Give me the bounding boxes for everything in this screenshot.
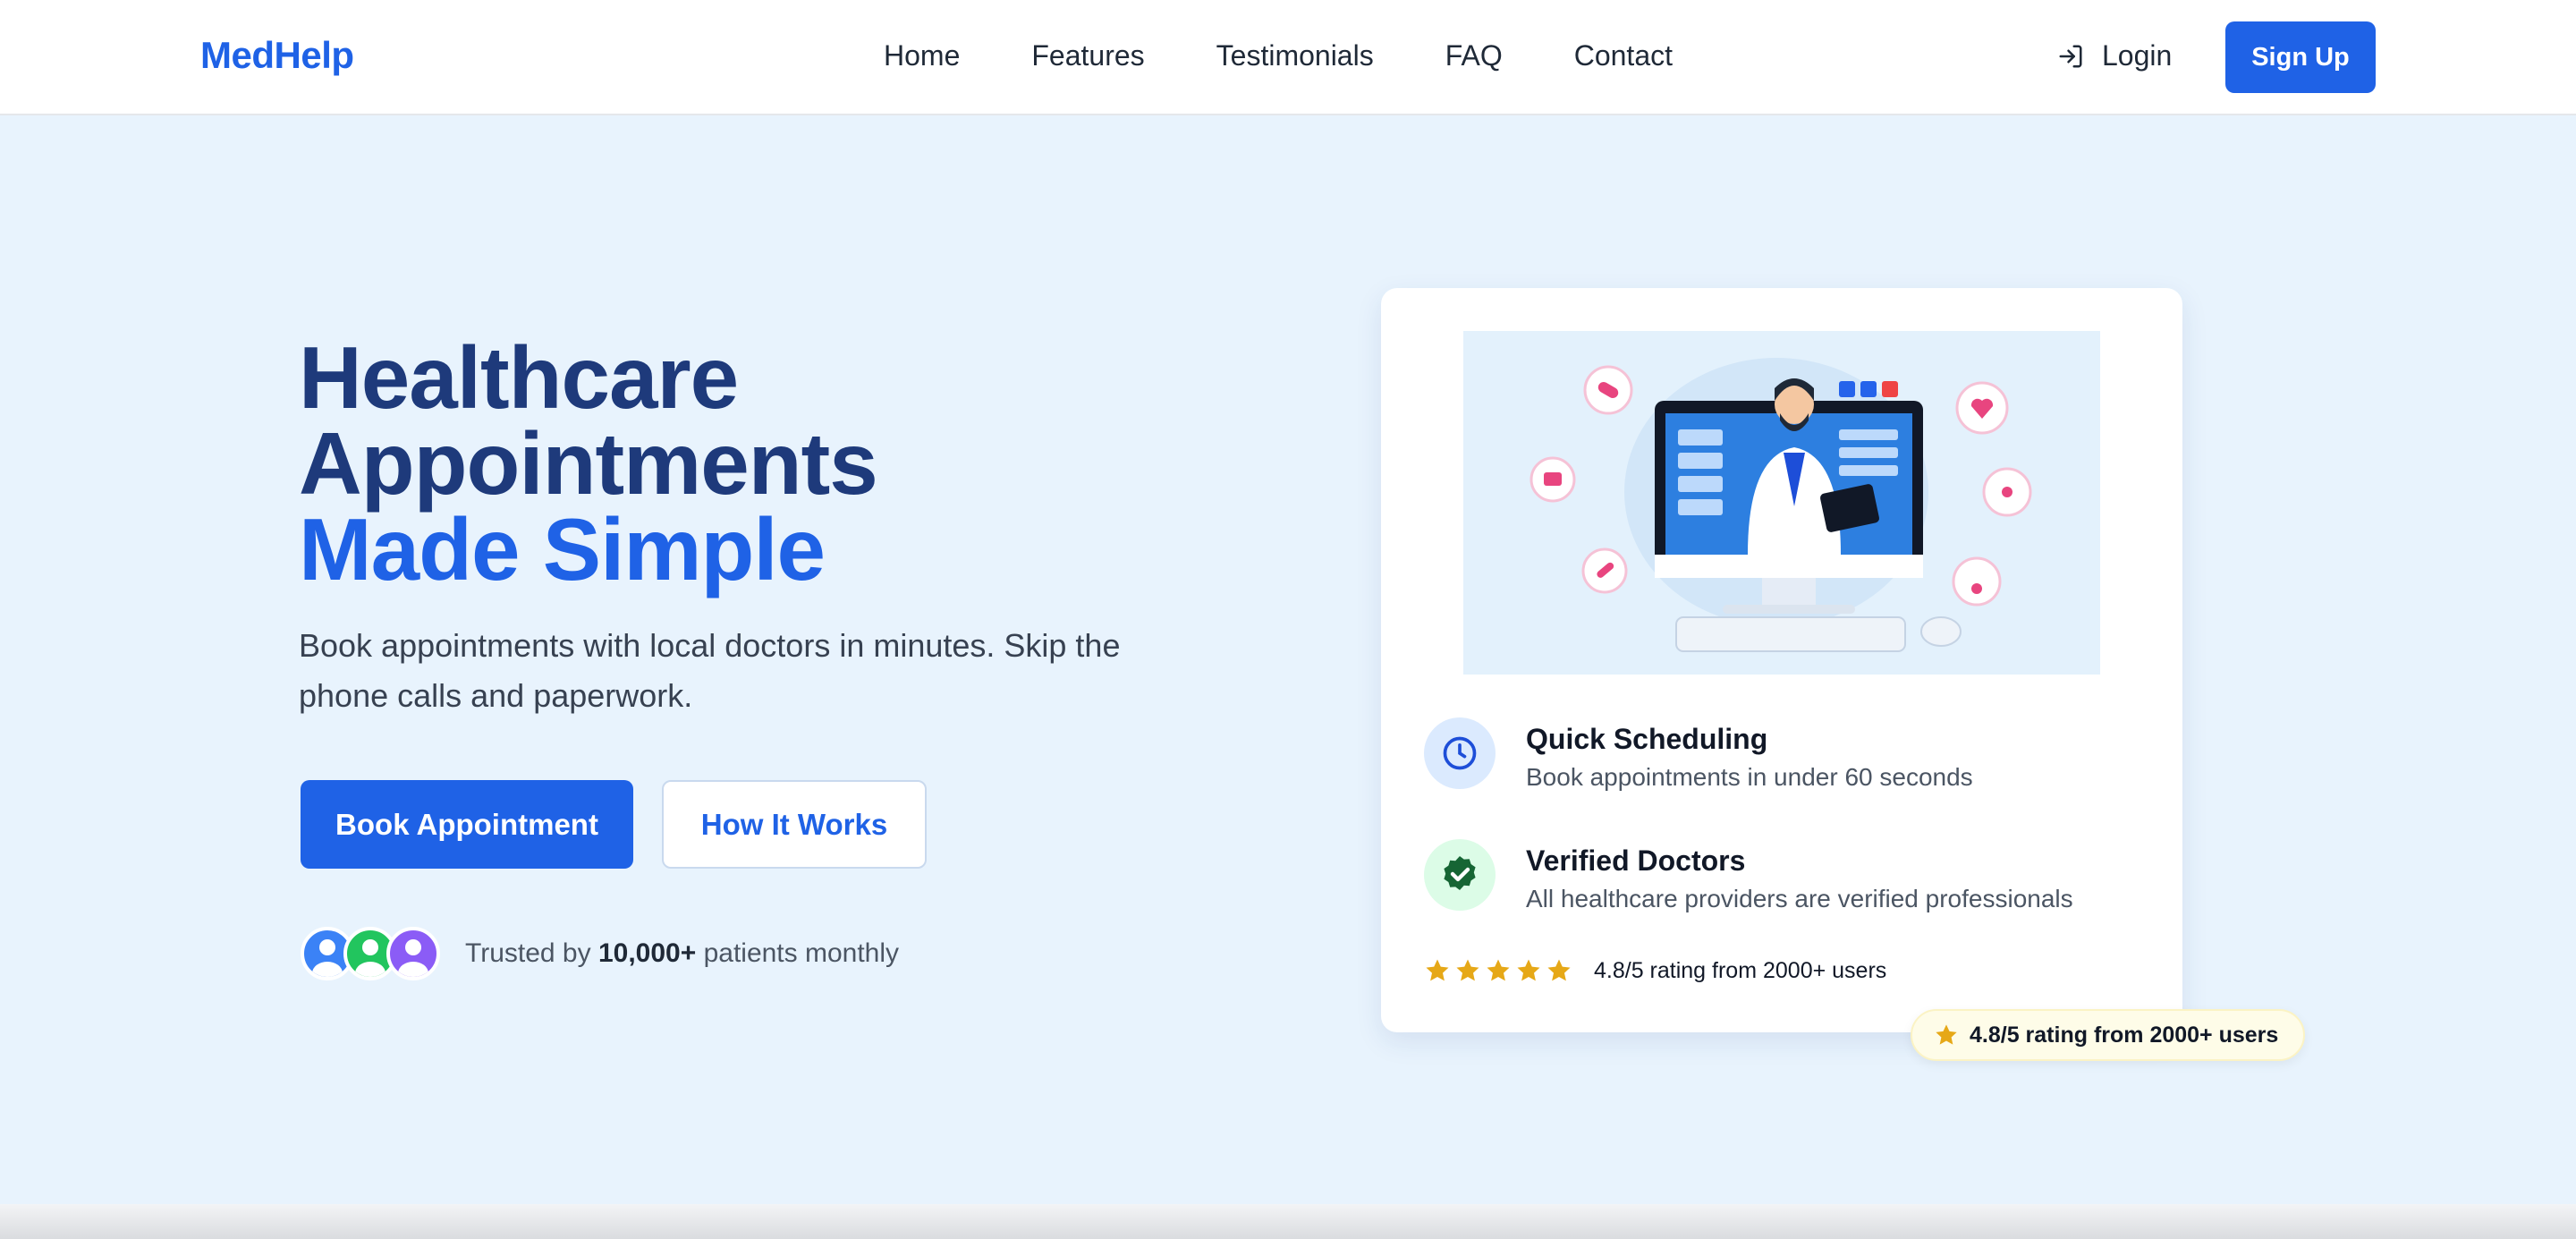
feature-quick-scheduling: Quick Scheduling Book appointments in un… — [1424, 717, 1973, 792]
avatar — [386, 927, 440, 980]
star-icon — [1936, 1024, 1957, 1045]
star-icon — [1517, 959, 1540, 981]
avatar-group — [301, 927, 440, 980]
star-icon — [1487, 959, 1510, 981]
rating-text: 4.8/5 rating from 2000+ users — [1594, 957, 1887, 983]
doctor-illustration — [1463, 331, 2100, 675]
login-label: Login — [2102, 39, 2173, 72]
hero-subtitle: Book appointments with local doctors in … — [299, 627, 1121, 714]
verified-badge-icon — [1424, 839, 1496, 911]
login-icon — [2059, 45, 2082, 67]
hero-title-line1: Healthcare — [299, 328, 739, 427]
trust-row: Trusted by 10,000+ patients monthly — [301, 927, 899, 980]
feature-verified-doctors: Verified Doctors All healthcare provider… — [1424, 839, 2073, 913]
how-it-works-button[interactable]: How It Works — [662, 780, 927, 869]
feature-desc: All healthcare providers are verified pr… — [1526, 885, 2073, 912]
user-icon — [398, 939, 428, 977]
star-icon — [1456, 959, 1479, 981]
hero-title-accent: Made Simple — [299, 500, 826, 598]
top-navbar: MedHelp Home Features Testimonials FAQ C… — [0, 0, 2576, 115]
feature-title: Quick Scheduling — [1526, 723, 1768, 755]
signup-button[interactable]: Sign Up — [2225, 21, 2376, 93]
feature-title: Verified Doctors — [1526, 844, 1746, 877]
hero-title: Healthcare Appointments Made Simple — [299, 328, 878, 598]
rating-row: 4.8/5 rating from 2000+ users — [1424, 957, 1886, 984]
trust-suffix: patients monthly — [696, 938, 900, 968]
rating-badge-text: 4.8/5 rating from 2000+ users — [1970, 1022, 2279, 1048]
star-icon — [1426, 959, 1449, 981]
trust-prefix: Trusted by — [465, 938, 598, 968]
nav-link-testimonials[interactable]: Testimonials — [1216, 39, 1374, 72]
feature-card: Quick Scheduling Book appointments in un… — [1381, 288, 2182, 1032]
hero-title-line2: Appointments — [299, 414, 878, 513]
star-icon — [1547, 959, 1571, 981]
nav-link-contact[interactable]: Contact — [1574, 39, 1673, 72]
section-divider — [0, 1204, 2576, 1239]
nav-link-home[interactable]: Home — [884, 39, 960, 72]
login-button[interactable]: Login — [2057, 39, 2172, 72]
nav-link-faq[interactable]: FAQ — [1445, 39, 1503, 72]
rating-badge: 4.8/5 rating from 2000+ users — [1911, 1009, 2306, 1061]
feature-desc: Book appointments in under 60 seconds — [1526, 763, 1973, 791]
clock-icon — [1424, 717, 1496, 789]
rating-stars — [1424, 957, 1576, 984]
trust-text: Trusted by 10,000+ patients monthly — [465, 938, 899, 969]
trust-count: 10,000+ — [597, 938, 697, 968]
brand-logo[interactable]: MedHelp — [200, 34, 354, 77]
book-appointment-button[interactable]: Book Appointment — [301, 780, 633, 869]
nav-links: Home Features Testimonials FAQ Contact — [884, 39, 1744, 72]
nav-link-features[interactable]: Features — [1031, 39, 1144, 72]
